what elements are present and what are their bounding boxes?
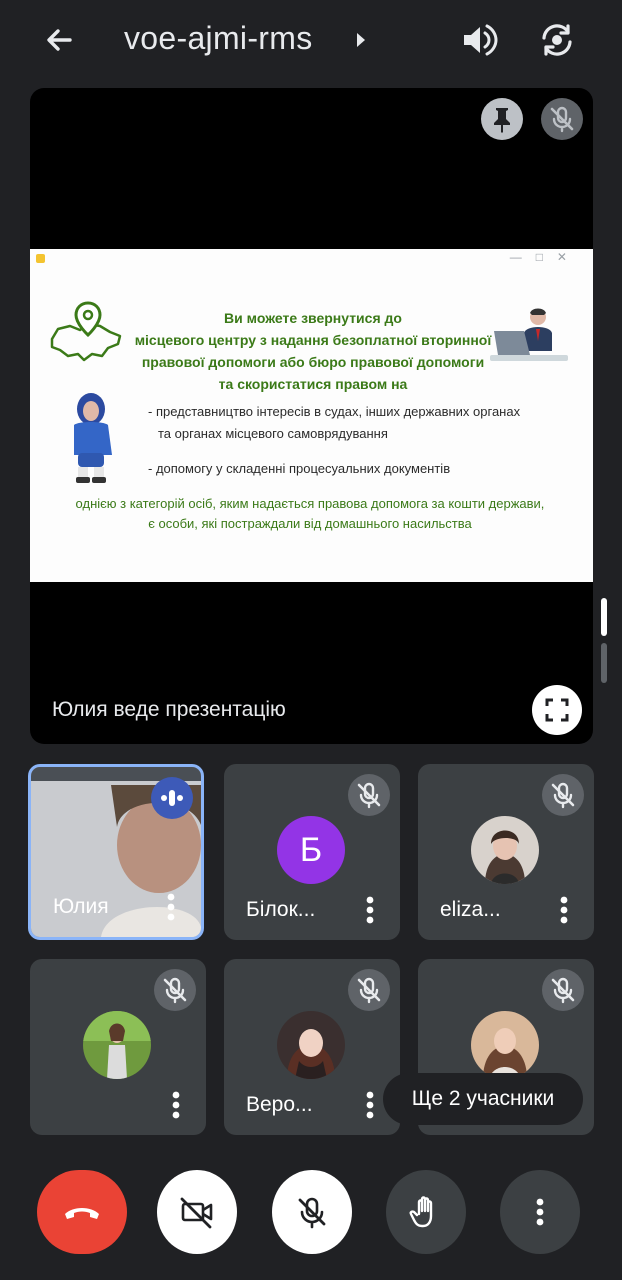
- speaking-indicator: [151, 777, 193, 819]
- mic-off-icon: [298, 1197, 326, 1229]
- slide-heading-line: та скористатися правом на: [218, 376, 408, 392]
- shared-slide: —□✕ Ви можете звернутися до місцевого це…: [30, 249, 593, 582]
- slide-heading-line: правової допомоги або бюро правової допо…: [141, 354, 485, 370]
- participant-name: Юлия: [53, 895, 109, 918]
- fullscreen-icon: [545, 698, 569, 722]
- participant-mic-off-indicator: [348, 969, 390, 1011]
- participant-tile-4[interactable]: [30, 959, 206, 1135]
- participant-name: Білок...: [246, 898, 316, 921]
- audio-level-icon: [161, 790, 183, 806]
- mic-off-icon: [357, 782, 381, 809]
- participant-name: Веро...: [246, 1093, 313, 1116]
- mic-off-icon: [163, 977, 187, 1004]
- participant-tile-yulia[interactable]: Юлия: [28, 764, 204, 940]
- mic-off-icon: [551, 782, 575, 809]
- avatar: [83, 1011, 151, 1079]
- more-options-button[interactable]: [500, 1170, 580, 1254]
- presenting-label: Юлия веде презентацію: [52, 698, 286, 721]
- window-controls-icon: —□✕: [509, 250, 581, 264]
- slide-footer: однією з категорій осіб, яким надається …: [50, 494, 570, 534]
- slide-heading-line: Ви можете звернутися до: [224, 310, 402, 326]
- slide-heading-line: місцевого центру з надання безоплатної в…: [134, 332, 492, 348]
- avatar: [277, 1011, 345, 1079]
- app-icon: [36, 254, 45, 263]
- participant-tile-eliza[interactable]: eliza...: [418, 764, 594, 940]
- more-participants-chip[interactable]: Ще 2 учасники: [383, 1073, 583, 1125]
- participant-mic-off-indicator: [542, 774, 584, 816]
- participant-tile-vero[interactable]: Веро...: [224, 959, 400, 1135]
- avatar: [471, 816, 539, 884]
- stage-mic-off-indicator: [541, 98, 583, 140]
- more-vert-icon[interactable]: [366, 1091, 374, 1119]
- more-vert-icon: [536, 1198, 544, 1226]
- more-vert-icon[interactable]: [560, 896, 568, 924]
- switch-camera-icon[interactable]: [534, 18, 580, 62]
- sad-girl-illustration: [74, 393, 112, 483]
- fullscreen-button[interactable]: [532, 685, 582, 735]
- caret-right-icon[interactable]: [352, 30, 370, 50]
- ukraine-map-pin-icon: [50, 301, 122, 362]
- pin-button[interactable]: [481, 98, 523, 140]
- participant-mic-off-indicator: [542, 969, 584, 1011]
- presentation-tile[interactable]: —□✕ Ви можете звернутися до місцевого це…: [30, 88, 593, 744]
- avatar-photo: [83, 1011, 151, 1079]
- mic-off-icon: [357, 977, 381, 1004]
- camera-off-icon: [180, 1197, 213, 1229]
- slide-window-bar: —□✕: [30, 249, 593, 267]
- raise-hand-button[interactable]: [386, 1170, 466, 1254]
- avatar-photo: [277, 1011, 345, 1079]
- microphone-toggle-button[interactable]: [272, 1170, 352, 1254]
- meeting-code[interactable]: voe-ajmi-rms: [124, 20, 313, 57]
- participant-mic-off-indicator: [348, 774, 390, 816]
- more-vert-icon[interactable]: [167, 893, 175, 921]
- avatar: Б: [277, 816, 345, 884]
- more-vert-icon[interactable]: [172, 1091, 180, 1119]
- slide-bullet-1-cont: та органах місцевого самоврядування: [158, 426, 388, 441]
- slide-bullet-2: - допомогу у складенні процесуальних док…: [148, 461, 451, 476]
- slide-bullet-1: - представництво інтересів в судах, інши…: [148, 404, 521, 419]
- more-vert-icon[interactable]: [366, 896, 374, 924]
- avatar-photo: [471, 1011, 539, 1079]
- slide-footer-line: є особи, які постраждали від домашнього …: [148, 516, 472, 531]
- hang-up-icon: [65, 1208, 99, 1219]
- leave-call-button[interactable]: [37, 1170, 127, 1254]
- mic-off-icon: [551, 977, 575, 1004]
- raise-hand-icon: [409, 1196, 433, 1228]
- top-bar: voe-ajmi-rms: [0, 0, 622, 80]
- camera-toggle-button[interactable]: [157, 1170, 237, 1254]
- slide-footer-line: однією з категорій осіб, яким надається …: [75, 496, 545, 511]
- participant-tile-bilok[interactable]: Б Білок...: [224, 764, 400, 940]
- participant-name: eliza...: [440, 898, 501, 921]
- avatar: [471, 1011, 539, 1079]
- avatar-photo: [471, 816, 539, 884]
- pin-icon: [494, 108, 510, 133]
- participant-mic-off-indicator: [154, 969, 196, 1011]
- arrow-left-icon[interactable]: [38, 18, 82, 62]
- mic-off-icon: [550, 106, 574, 133]
- scroll-indicator[interactable]: [601, 643, 607, 683]
- volume-icon[interactable]: [456, 18, 502, 62]
- scroll-indicator-active[interactable]: [601, 598, 607, 636]
- slide-heading: Ви можете звернутися до місцевого центру…: [118, 307, 508, 395]
